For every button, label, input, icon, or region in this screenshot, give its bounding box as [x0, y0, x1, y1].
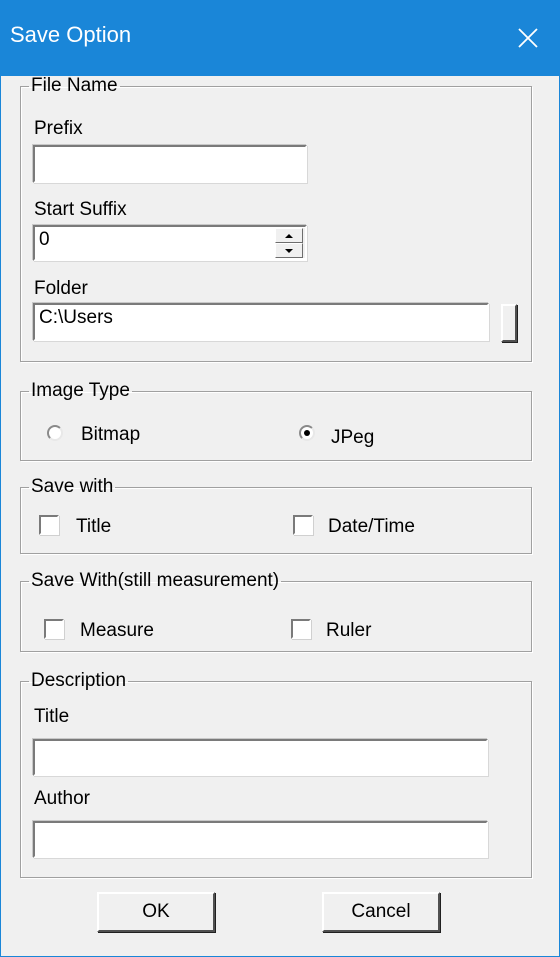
checkbox-title-box[interactable]: [39, 515, 59, 535]
close-icon[interactable]: [497, 0, 559, 76]
radio-jpeg-indicator[interactable]: [299, 425, 315, 441]
browse-folder-button[interactable]: [501, 304, 517, 342]
image-type-group: Image Type: [20, 381, 532, 461]
prefix-label: Prefix: [34, 118, 83, 139]
spin-up-button[interactable]: [275, 228, 303, 243]
spin-down-button[interactable]: [275, 243, 303, 258]
checkbox-date-time-label[interactable]: Date/Time: [328, 516, 415, 538]
description-author-input[interactable]: [33, 821, 488, 858]
radio-jpeg-selected-dot: [304, 430, 310, 436]
title-bar: Save Option: [1, 0, 559, 76]
checkbox-ruler-box[interactable]: [291, 619, 311, 639]
image-type-legend: Image Type: [31, 380, 130, 401]
spin-up-icon: [285, 233, 293, 238]
description-title-input[interactable]: [33, 739, 488, 776]
radio-bitmap-label[interactable]: Bitmap: [81, 424, 140, 446]
description-legend: Description: [31, 670, 127, 691]
spin-down-icon: [285, 248, 293, 253]
radio-jpeg-label[interactable]: JPeg: [331, 427, 374, 449]
description-title-label: Title: [34, 706, 70, 727]
checkbox-ruler-label[interactable]: Ruler: [326, 620, 371, 642]
folder-input[interactable]: C:\Users: [33, 303, 489, 341]
save-with-legend: Save with: [31, 476, 114, 497]
checkbox-title-label[interactable]: Title: [76, 516, 111, 538]
radio-bitmap-indicator[interactable]: [47, 425, 63, 441]
window-title: Save Option: [10, 22, 132, 47]
save-with-still-legend: Save With(still measurement): [31, 570, 280, 591]
ok-button[interactable]: OK: [97, 892, 215, 932]
folder-label: Folder: [34, 278, 88, 299]
prefix-input[interactable]: [33, 145, 307, 183]
cancel-button[interactable]: Cancel: [322, 892, 440, 932]
start-suffix-spinner: [275, 228, 305, 258]
save-option-dialog: Save Option File Name Prefix Start Suffi…: [0, 0, 560, 957]
dialog-client-area: File Name Prefix Start Suffix 0 Folder C…: [1, 76, 559, 956]
start-suffix-label: Start Suffix: [34, 199, 127, 220]
start-suffix-input[interactable]: 0: [33, 225, 307, 261]
description-author-label: Author: [34, 788, 90, 809]
checkbox-date-time-box[interactable]: [293, 515, 313, 535]
checkbox-measure-box[interactable]: [44, 619, 64, 639]
file-name-legend: File Name: [31, 75, 118, 96]
checkbox-measure-label[interactable]: Measure: [80, 620, 154, 642]
